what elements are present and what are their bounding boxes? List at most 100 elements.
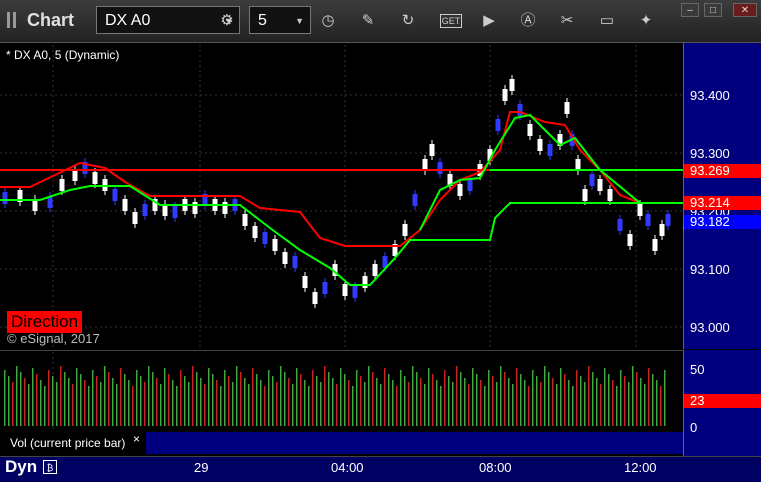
volume-tag: 23 [684, 394, 761, 408]
volume-bar [328, 372, 330, 426]
volume-bar [80, 374, 82, 426]
volume-bar [440, 386, 442, 426]
volume-bar [320, 382, 322, 426]
volume-bar [332, 378, 334, 426]
volume-bar [148, 366, 150, 426]
volume-bar [512, 384, 514, 426]
volume-bar [180, 370, 182, 426]
volume-bar [660, 386, 662, 426]
volume-bar [140, 376, 142, 426]
price-tag-red: 93.214 [684, 196, 761, 210]
volume-bar [244, 378, 246, 426]
volume-bar [388, 374, 390, 426]
direction-label: Direction [7, 311, 83, 333]
volume-bar [164, 368, 166, 426]
price-bar [659, 224, 665, 236]
price-bar [495, 119, 501, 131]
volume-bar [636, 372, 638, 426]
volume-bar [516, 368, 518, 426]
volume-bar [664, 370, 666, 426]
price-bar [617, 219, 623, 231]
volume-bar [212, 374, 214, 426]
price-bar [527, 124, 533, 136]
price-bar [312, 292, 318, 304]
price-bar [645, 214, 651, 226]
volume-bar [356, 370, 358, 426]
volume-bar [96, 376, 98, 426]
price-bar [412, 194, 418, 206]
volume-bar [544, 366, 546, 426]
volume-bar [64, 372, 66, 426]
volume-bar [592, 372, 594, 426]
volume-bar [652, 374, 654, 426]
volume-bar [84, 380, 86, 426]
volume-bar [384, 368, 386, 426]
volume-bar [492, 376, 494, 426]
price-bar [467, 179, 473, 191]
dynamic-icon[interactable]: ₿ [43, 460, 57, 474]
volume-bar [608, 374, 610, 426]
price-tick: 93.300 [690, 146, 730, 161]
volume-bar [40, 380, 42, 426]
volume-bar [252, 368, 254, 426]
price-bar [627, 234, 633, 246]
volume-bar [124, 374, 126, 426]
volume-bar [200, 378, 202, 426]
copyright-label: © eSignal, 2017 [7, 331, 100, 346]
volume-bar [360, 376, 362, 426]
volume-bar [312, 370, 314, 426]
volume-bar [112, 378, 114, 426]
volume-bar [160, 384, 162, 426]
volume-bar [120, 368, 122, 426]
price-tag-blue: 93.182 [684, 215, 761, 229]
price-tick: 93.400 [690, 88, 730, 103]
volume-bar [56, 382, 58, 426]
volume-bar [392, 380, 394, 426]
volume-bar [436, 380, 438, 426]
volume-bar [104, 366, 106, 426]
volume-bar [364, 382, 366, 426]
volume-bar [136, 370, 138, 426]
volume-bar [368, 366, 370, 426]
volume-bar [656, 380, 658, 426]
volume-bar [204, 384, 206, 426]
volume-bar [568, 380, 570, 426]
volume-bar [60, 366, 62, 426]
volume-bar [504, 372, 506, 426]
volume-bar [552, 378, 554, 426]
study-label[interactable]: Vol (current price bar) [0, 432, 146, 454]
price-tick: 93.100 [690, 262, 730, 277]
volume-bar [468, 384, 470, 426]
volume-bar [576, 370, 578, 426]
time-tick: 08:00 [479, 460, 512, 475]
volume-bar [16, 366, 18, 426]
volume-bar [404, 376, 406, 426]
volume-bar [348, 380, 350, 426]
price-bar [272, 239, 278, 251]
volume-bar [460, 372, 462, 426]
volume-bar [520, 374, 522, 426]
volume-bar [340, 368, 342, 426]
price-bar [597, 179, 603, 191]
volume-bar [372, 372, 374, 426]
volume-bar [268, 370, 270, 426]
price-bar [607, 189, 613, 201]
volume-bar [640, 378, 642, 426]
price-bar [112, 189, 118, 201]
volume-bar [128, 380, 130, 426]
close-icon[interactable]: × [133, 432, 140, 446]
volume-bar [584, 382, 586, 426]
volume-bar [624, 376, 626, 426]
volume-bar [108, 372, 110, 426]
price-bar [537, 139, 543, 151]
volume-bar [192, 366, 194, 426]
volume-bar [4, 370, 6, 426]
volume-bar [8, 376, 10, 426]
time-tick: 29 [194, 460, 209, 475]
volume-bar [580, 376, 582, 426]
volume-bar [132, 386, 134, 426]
volume-bar [260, 380, 262, 426]
volume-bar [256, 374, 258, 426]
price-bar [322, 282, 328, 294]
price-bar [547, 144, 553, 156]
